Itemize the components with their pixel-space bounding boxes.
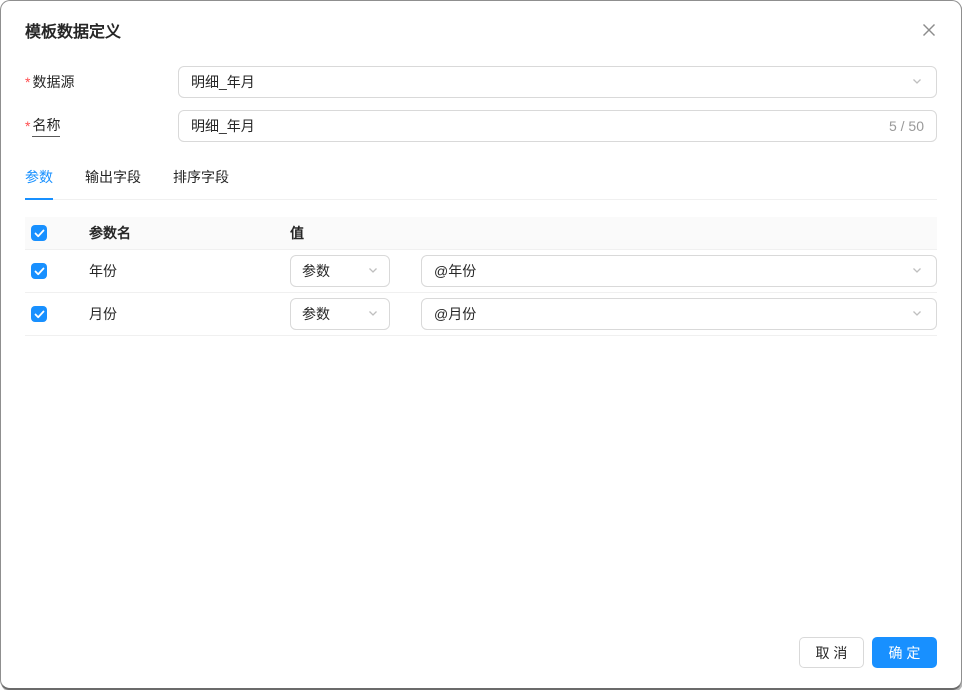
header-param-name: 参数名	[89, 225, 131, 241]
datasource-select[interactable]: 明细_年月	[178, 66, 937, 98]
name-row: * 名称 明细_年月 5 / 50	[25, 110, 937, 142]
param-type-value: 参数	[302, 263, 330, 279]
datasource-row: * 数据源 明细_年月	[25, 66, 937, 98]
param-value: @月份	[434, 306, 477, 322]
tab-output-fields[interactable]: 输出字段	[85, 159, 141, 199]
chevron-down-icon	[910, 263, 924, 280]
check-icon	[34, 225, 45, 241]
close-button[interactable]	[919, 21, 939, 41]
char-counter: 5 / 50	[888, 118, 924, 134]
cancel-button[interactable]: 取 消	[799, 637, 864, 668]
row-checkbox[interactable]	[31, 263, 47, 279]
name-label: 名称	[32, 115, 61, 137]
param-type-select[interactable]: 参数	[290, 255, 390, 287]
name-label-wrap: * 名称	[25, 115, 178, 137]
header-value: 值	[290, 225, 304, 241]
param-type-select[interactable]: 参数	[290, 298, 390, 330]
check-icon	[34, 306, 45, 322]
table-row: 年份 参数 @年份	[25, 250, 937, 293]
check-icon	[34, 263, 45, 279]
dialog-footer: 取 消 确 定	[799, 637, 937, 668]
datasource-label: 数据源	[32, 74, 75, 90]
close-icon	[921, 22, 937, 41]
chevron-down-icon	[366, 263, 380, 280]
required-asterisk: *	[25, 118, 31, 134]
param-value: @年份	[434, 263, 477, 279]
name-input[interactable]: 明细_年月 5 / 50	[178, 110, 937, 142]
tab-parameters[interactable]: 参数	[25, 159, 53, 200]
parameter-table: 参数名 值 年份 参数 @年份 月份 参数 @月份	[25, 217, 937, 336]
chevron-down-icon	[366, 306, 380, 323]
name-input-value: 明细_年月	[191, 118, 255, 134]
confirm-button[interactable]: 确 定	[872, 637, 937, 668]
template-data-dialog: 模板数据定义 * 数据源 明细_年月 * 名称 明细_年月 5 / 50 参数 …	[0, 0, 962, 690]
required-asterisk: *	[25, 74, 31, 90]
datasource-select-value: 明细_年月	[191, 74, 255, 90]
param-type-value: 参数	[302, 306, 330, 322]
param-name-cell: 年份	[89, 263, 117, 279]
param-value-select[interactable]: @月份	[421, 298, 937, 330]
chevron-down-icon	[910, 74, 924, 91]
table-header-row: 参数名 值	[25, 217, 937, 250]
select-all-checkbox[interactable]	[31, 225, 47, 241]
dialog-title: 模板数据定义	[25, 24, 122, 41]
tab-sort-fields[interactable]: 排序字段	[173, 159, 229, 199]
datasource-label-wrap: * 数据源	[25, 72, 178, 92]
form-area: * 数据源 明细_年月 * 名称 明细_年月 5 / 50	[25, 66, 937, 142]
table-row: 月份 参数 @月份	[25, 293, 937, 336]
param-name-cell: 月份	[89, 306, 117, 322]
chevron-down-icon	[910, 306, 924, 323]
param-value-select[interactable]: @年份	[421, 255, 937, 287]
row-checkbox[interactable]	[31, 306, 47, 322]
tab-bar: 参数 输出字段 排序字段	[25, 159, 937, 200]
